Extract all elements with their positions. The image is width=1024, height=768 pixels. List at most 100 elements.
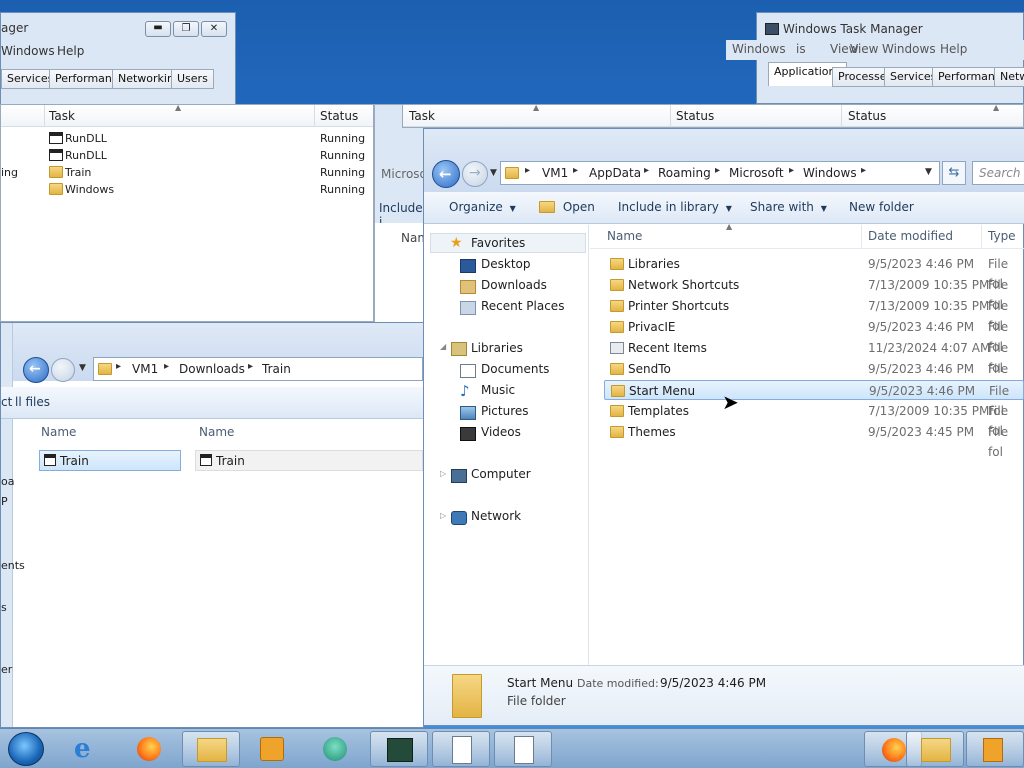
- new-folder-button[interactable]: New folder: [849, 200, 914, 214]
- column-name[interactable]: Name: [41, 425, 76, 439]
- file-row[interactable]: PrivacIE 9/5/2023 4:46 PM File fol: [604, 317, 1024, 354]
- nav-desktop[interactable]: Desktop: [481, 257, 531, 271]
- firefox-icon[interactable]: [120, 731, 178, 767]
- file-name: Printer Shortcuts: [628, 299, 730, 313]
- file-name: Network Shortcuts: [628, 278, 740, 292]
- menu-windows-2[interactable]: Windows: [882, 42, 936, 56]
- task-row[interactable]: Windows Running: [1, 181, 375, 198]
- close-button[interactable]: ✕: [201, 21, 227, 37]
- search-input[interactable]: Search W: [972, 161, 1024, 185]
- explorer-icon[interactable]: [182, 731, 240, 767]
- column-status[interactable]: Status: [676, 105, 714, 127]
- breadcrumb-vm1[interactable]: VM1: [542, 166, 568, 180]
- menu-windows[interactable]: Windows: [1, 44, 55, 58]
- column-status[interactable]: Status: [320, 105, 358, 127]
- document-icon[interactable]: [432, 731, 490, 767]
- file-row[interactable]: Printer Shortcuts 7/13/2009 10:35 PM File …: [604, 296, 1024, 333]
- maximize-button[interactable]: ❐: [173, 21, 199, 37]
- folder-icon: [49, 166, 63, 178]
- expand-network-icon[interactable]: ▷: [440, 511, 446, 520]
- explorer-folder-logo: [921, 738, 951, 762]
- expand-computer-icon[interactable]: ▷: [440, 469, 446, 478]
- column-status-right[interactable]: Status: [848, 105, 886, 127]
- menu-view[interactable]: View: [850, 42, 878, 56]
- internet-explorer-icon[interactable]: e: [58, 731, 116, 767]
- chat-icon[interactable]: [306, 731, 364, 767]
- nav-music[interactable]: Music: [481, 383, 515, 397]
- window-title: Windows Task Manager: [783, 22, 923, 36]
- task-row[interactable]: RunDLL Running: [1, 130, 375, 147]
- firefox-logo: [882, 738, 906, 762]
- forward-button[interactable]: [51, 358, 75, 382]
- start-orb-icon[interactable]: [8, 732, 44, 766]
- file-row[interactable]: Templates 7/13/2009 10:35 PM File fol: [604, 401, 1024, 438]
- nav-fragment: s: [1, 601, 7, 614]
- nav-computer[interactable]: Computer: [471, 467, 531, 481]
- organize-button[interactable]: Organize ▼: [449, 200, 516, 214]
- menu-help[interactable]: Help: [57, 44, 84, 58]
- task-manager-icon[interactable]: [370, 731, 428, 767]
- address-bar[interactable]: ▸ VM1 ▸ Downloads ▸ Train: [93, 357, 423, 381]
- breadcrumb-separator-icon: ▸: [525, 165, 531, 176]
- list-item[interactable]: Train: [195, 450, 423, 471]
- column-name-2[interactable]: Name: [199, 425, 234, 439]
- document-icon[interactable]: [494, 731, 552, 767]
- nav-pictures[interactable]: Pictures: [481, 404, 529, 418]
- file-row[interactable]: Libraries 9/5/2023 4:46 PM File fol: [604, 254, 1024, 291]
- back-button[interactable]: ←: [23, 357, 49, 383]
- task-row[interactable]: ing Train Running: [1, 164, 375, 181]
- command-all-files[interactable]: ll files: [15, 395, 50, 409]
- nav-videos[interactable]: Videos: [481, 425, 521, 439]
- column-task[interactable]: Task: [409, 105, 435, 127]
- nav-network[interactable]: Network: [471, 509, 521, 523]
- breadcrumb-windows[interactable]: Windows: [803, 166, 857, 180]
- tab-users[interactable]: Users: [171, 69, 214, 89]
- menu-help[interactable]: Help: [940, 42, 967, 56]
- refresh-button[interactable]: ⇆: [942, 161, 966, 185]
- share-with-button[interactable]: Share with ▼: [750, 200, 827, 214]
- file-row[interactable]: Network Shortcuts 7/13/2009 10:35 PM File …: [604, 275, 1024, 312]
- breadcrumb-appdata[interactable]: AppData: [589, 166, 641, 180]
- file-row[interactable]: SendTo9/5/2023 4:46 PMFile fol: [604, 359, 1024, 396]
- file-row[interactable]: Start Menu 9/5/2023 4:46 PM File fol: [604, 380, 1024, 418]
- nav-documents[interactable]: Documents: [481, 362, 549, 376]
- recent-pages-chevron-icon[interactable]: ▼: [490, 168, 497, 178]
- large-folder-icon: [452, 674, 482, 718]
- open-button[interactable]: Open: [539, 200, 595, 214]
- breadcrumb-roaming[interactable]: Roaming: [658, 166, 711, 180]
- breadcrumb-train[interactable]: Train: [262, 362, 291, 376]
- explorer-icon[interactable]: [906, 731, 964, 767]
- item-name: Train: [216, 454, 245, 468]
- file-row[interactable]: Themes 9/5/2023 4:45 PM File fol: [604, 422, 1024, 459]
- file-row[interactable]: Recent Items 11/23/2024 4:07 AM File fol: [604, 338, 1024, 375]
- back-button[interactable]: ←: [432, 160, 460, 188]
- nav-recent-places[interactable]: Recent Places: [481, 299, 564, 313]
- menu-windows[interactable]: Windows: [732, 42, 786, 56]
- task-name: RunDLL: [65, 132, 107, 145]
- address-dropdown-icon[interactable]: ▼: [925, 167, 932, 177]
- nav-libraries[interactable]: Libraries: [471, 341, 523, 355]
- media-player-icon[interactable]: [244, 731, 302, 767]
- tab-networking[interactable]: Netw: [994, 67, 1024, 87]
- breadcrumb-microsoft[interactable]: Microsoft: [729, 166, 784, 180]
- folder-icon: [610, 300, 624, 312]
- folder-icon: [610, 426, 624, 438]
- media-icon[interactable]: [966, 731, 1024, 767]
- breadcrumb-separator-icon: ▸: [164, 361, 170, 372]
- forward-button[interactable]: →: [462, 161, 488, 187]
- column-date-modified[interactable]: Date modified: [868, 229, 953, 243]
- breadcrumb-vm1[interactable]: VM1: [132, 362, 158, 376]
- column-name[interactable]: Name: [607, 229, 642, 243]
- breadcrumb-downloads[interactable]: Downloads: [179, 362, 245, 376]
- list-item[interactable]: Train: [39, 450, 181, 471]
- column-type[interactable]: Type: [988, 229, 1016, 243]
- microsoft-fragment: Microso: [381, 167, 427, 181]
- expand-libraries-icon[interactable]: ◢: [440, 342, 446, 351]
- include-in-library-button[interactable]: Include in library ▼: [618, 200, 732, 214]
- address-bar[interactable]: ▸ VM1 ▸ AppData ▸ Roaming ▸ Microsoft ▸ …: [500, 161, 940, 185]
- task-row[interactable]: RunDLL Running: [1, 147, 375, 164]
- column-task[interactable]: Task: [49, 105, 75, 127]
- minimize-button[interactable]: ▬: [145, 21, 171, 37]
- recent-pages-chevron-icon[interactable]: ▼: [79, 363, 86, 373]
- nav-downloads[interactable]: Downloads: [481, 278, 547, 292]
